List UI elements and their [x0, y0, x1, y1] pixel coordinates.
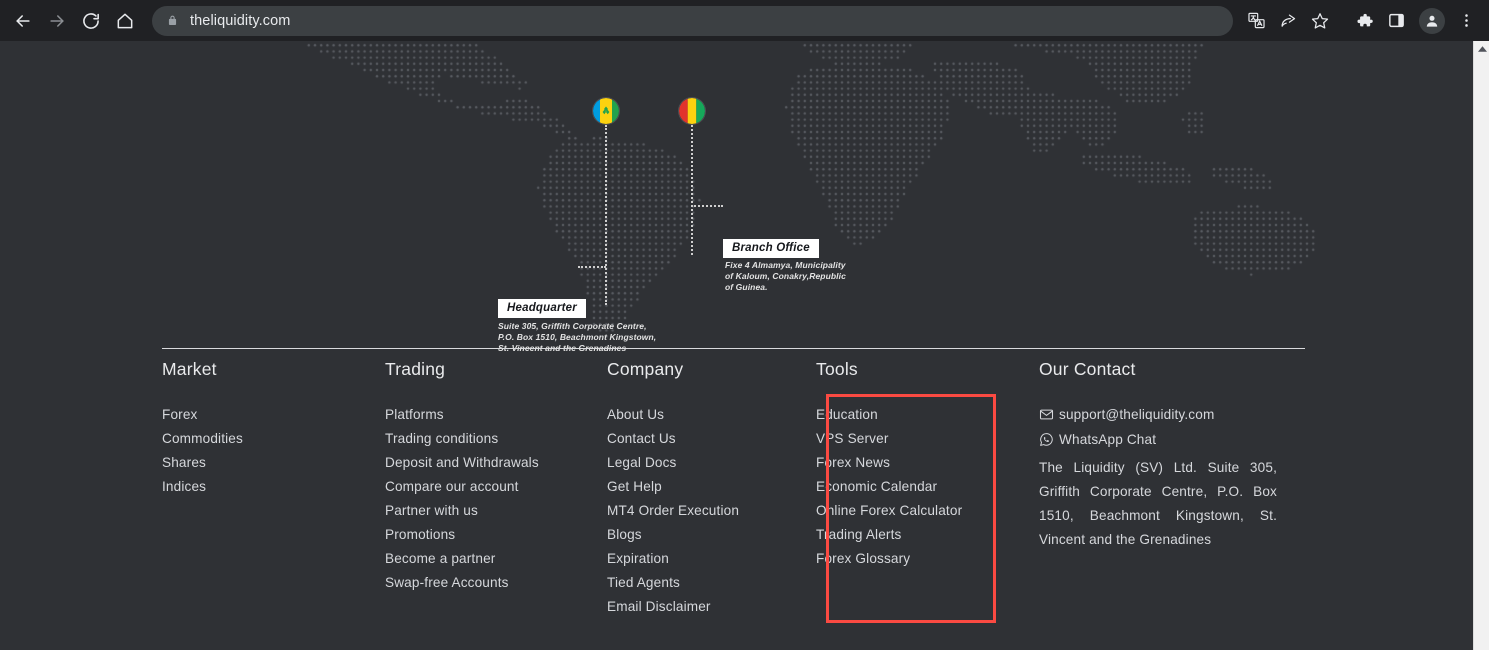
- dotted-world-map: [0, 41, 1473, 371]
- footer-link-columns: Market Forex Commodities Shares Indices …: [162, 359, 1452, 619]
- footer-column-company: Company About Us Contact Us Legal Docs G…: [607, 359, 816, 619]
- browser-toolbar: theliquidity.com: [0, 0, 1489, 41]
- footer-link-contact-us[interactable]: Contact Us: [607, 427, 816, 451]
- back-button[interactable]: [8, 6, 38, 36]
- footer-column-title: Our Contact: [1039, 359, 1136, 379]
- branch-office-map-pin[interactable]: [679, 98, 705, 124]
- contact-email-row[interactable]: support@theliquidity.com: [1039, 403, 1339, 427]
- footer-column-tools: Tools Education VPS Server Forex News Ec…: [816, 359, 1039, 619]
- page-scrollbar[interactable]: [1473, 41, 1489, 650]
- footer-link-compare-account[interactable]: Compare our account: [385, 475, 607, 499]
- translate-icon[interactable]: [1241, 6, 1271, 36]
- footer-link-promotions[interactable]: Promotions: [385, 523, 607, 547]
- footer-link-vps-server[interactable]: VPS Server: [816, 427, 1039, 451]
- email-icon: [1039, 407, 1059, 422]
- footer-column-our-contact: Our Contact support@theliquidity.com Wha…: [1039, 359, 1339, 619]
- footer-column-title: Trading: [385, 359, 446, 379]
- chrome-menu-icon[interactable]: [1451, 6, 1481, 36]
- footer-link-expiration[interactable]: Expiration: [607, 547, 816, 571]
- extensions-puzzle-icon[interactable]: [1349, 6, 1379, 36]
- whatsapp-icon: [1039, 432, 1059, 447]
- footer-link-forex[interactable]: Forex: [162, 403, 385, 427]
- footer-link-blogs[interactable]: Blogs: [607, 523, 816, 547]
- page-content: Headquarter Suite 305, Griffith Corporat…: [0, 41, 1473, 650]
- headquarter-leader-line-h: [578, 266, 606, 268]
- reload-button[interactable]: [76, 6, 106, 36]
- headquarter-map-pin[interactable]: [593, 98, 619, 124]
- contact-address-text: The Liquidity (SV) Ltd. Suite 305, Griff…: [1039, 460, 1277, 547]
- contact-email-text: support@theliquidity.com: [1059, 407, 1215, 422]
- footer-link-commodities[interactable]: Commodities: [162, 427, 385, 451]
- headquarter-address: Suite 305, Griffith Corporate Centre, P.…: [498, 321, 657, 353]
- branch-office-address: Fixe 4 Almamya, Municipality of Kaloum, …: [725, 260, 846, 292]
- footer-link-trading-alerts[interactable]: Trading Alerts: [816, 523, 1039, 547]
- address-bar[interactable]: theliquidity.com: [152, 5, 1233, 36]
- footer-link-email-disclaimer[interactable]: Email Disclaimer: [607, 595, 816, 619]
- contact-whatsapp-row[interactable]: WhatsApp Chat: [1039, 428, 1339, 452]
- footer-link-deposit-withdrawals[interactable]: Deposit and Withdrawals: [385, 451, 607, 475]
- footer-column-title: Company: [607, 359, 684, 379]
- footer-column-market: Market Forex Commodities Shares Indices: [162, 359, 385, 619]
- footer-link-partner-with-us[interactable]: Partner with us: [385, 499, 607, 523]
- footer-link-trading-conditions[interactable]: Trading conditions: [385, 427, 607, 451]
- footer-link-about-us[interactable]: About Us: [607, 403, 816, 427]
- headquarter-leader-line: [605, 125, 607, 305]
- bookmark-star-icon[interactable]: [1305, 6, 1335, 36]
- footer-column-trading: Trading Platforms Trading conditions Dep…: [385, 359, 607, 619]
- footer-column-title: Tools: [816, 359, 858, 379]
- footer-link-tied-agents[interactable]: Tied Agents: [607, 571, 816, 595]
- contact-whatsapp-text: WhatsApp Chat: [1059, 432, 1157, 447]
- footer-link-become-a-partner[interactable]: Become a partner: [385, 547, 607, 571]
- footer-link-forex-glossary[interactable]: Forex Glossary: [816, 547, 1039, 571]
- home-button[interactable]: [110, 6, 140, 36]
- footer-divider: [162, 348, 1305, 349]
- footer-link-legal-docs[interactable]: Legal Docs: [607, 451, 816, 475]
- footer-link-mt4-order-execution[interactable]: MT4 Order Execution: [607, 499, 816, 523]
- footer-link-platforms[interactable]: Platforms: [385, 403, 607, 427]
- footer-link-economic-calendar[interactable]: Economic Calendar: [816, 475, 1039, 499]
- branch-office-label: Branch Office: [723, 239, 819, 258]
- footer-column-title: Market: [162, 359, 217, 379]
- lock-icon: [166, 14, 179, 27]
- footer-link-get-help[interactable]: Get Help: [607, 475, 816, 499]
- share-icon[interactable]: [1273, 6, 1303, 36]
- branch-leader-line-h: [691, 205, 723, 207]
- profile-avatar-icon[interactable]: [1419, 7, 1445, 34]
- scroll-up-arrow-icon[interactable]: [1474, 44, 1489, 52]
- url-text: theliquidity.com: [190, 12, 291, 29]
- world-map-section: Headquarter Suite 305, Griffith Corporat…: [0, 41, 1473, 371]
- footer-link-indices[interactable]: Indices: [162, 475, 385, 499]
- footer-link-education[interactable]: Education: [816, 403, 1039, 427]
- forward-button[interactable]: [42, 6, 72, 36]
- footer-link-swap-free-accounts[interactable]: Swap-free Accounts: [385, 571, 607, 595]
- footer-link-online-forex-calculator[interactable]: Online Forex Calculator: [816, 499, 1039, 523]
- side-panel-icon[interactable]: [1381, 6, 1411, 36]
- footer-link-shares[interactable]: Shares: [162, 451, 385, 475]
- footer-link-forex-news[interactable]: Forex News: [816, 451, 1039, 475]
- headquarter-label: Headquarter: [498, 299, 586, 318]
- branch-leader-line: [691, 125, 693, 255]
